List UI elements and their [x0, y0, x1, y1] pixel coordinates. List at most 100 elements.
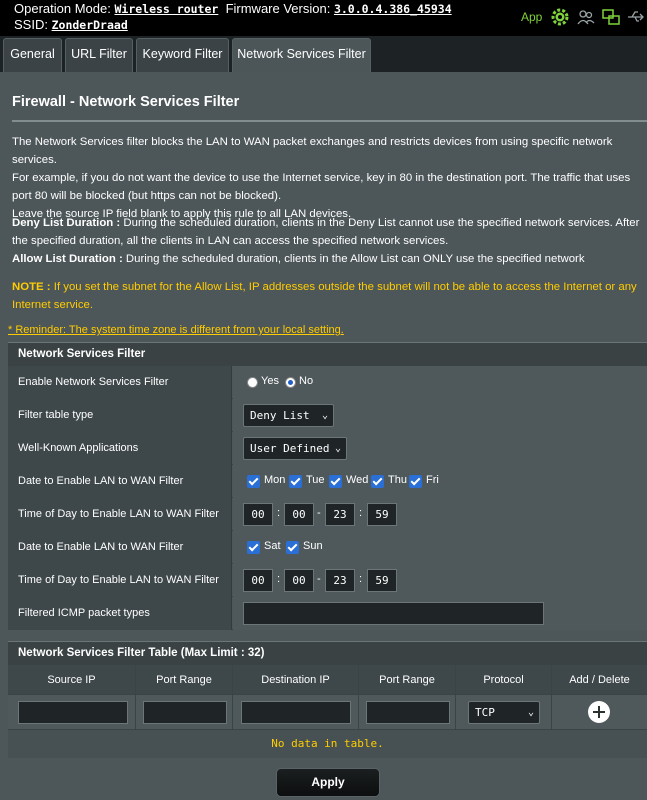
icmp-input[interactable]	[243, 602, 544, 625]
gear-icon[interactable]	[550, 7, 570, 27]
tue-checkbox[interactable]	[289, 475, 302, 488]
ssid-label: SSID:	[14, 17, 48, 32]
well-known-apps-select[interactable]: User Defined ⌄	[243, 437, 347, 460]
weekend-date-row: Date to Enable LAN to WAN Filter Sat Sun	[8, 531, 647, 564]
weekday-start-minute-input[interactable]: 00	[284, 503, 314, 526]
note-label: NOTE :	[12, 281, 51, 293]
filter-section-header: Network Services Filter	[8, 342, 647, 366]
enable-filter-label: Enable Network Services Filter	[8, 366, 232, 399]
weekend-start-hour-input[interactable]: 00	[243, 569, 273, 592]
operation-mode-link[interactable]: Wireless router	[114, 2, 218, 16]
enable-no-radio[interactable]	[285, 377, 296, 388]
weekday-time-row: Time of Day to Enable LAN to WAN Filter …	[8, 498, 647, 531]
no-data-message: No data in table.	[8, 730, 647, 758]
description-line-1: The Network Services filter blocks the L…	[12, 136, 613, 166]
wed-label: Wed	[346, 474, 369, 486]
weekend-time-row: Time of Day to Enable LAN to WAN Filter …	[8, 564, 647, 597]
top-status-bar: Operation Mode: Wireless router Firmware…	[0, 0, 647, 36]
enable-filter-row: Enable Network Services Filter Yes No	[8, 366, 647, 399]
time-zone-reminder-link[interactable]: * Reminder: The system time zone is diff…	[8, 324, 344, 336]
sat-label: Sat	[264, 540, 281, 552]
col-destination-ip: Destination IP	[233, 665, 359, 695]
tab-keyword-filter[interactable]: Keyword Filter	[136, 38, 229, 72]
well-known-apps-row: Well-Known Applications User Defined ⌄	[8, 432, 647, 465]
enable-yes-radio[interactable]	[247, 377, 258, 388]
tab-bar: General URL Filter Keyword Filter Networ…	[0, 36, 647, 72]
note: NOTE : If you set the subnet for the All…	[12, 278, 647, 314]
destination-ip-input[interactable]	[241, 701, 351, 724]
protocol-select[interactable]: TCP ⌄	[468, 701, 540, 724]
col-add-delete: Add / Delete	[569, 674, 630, 686]
network-icon[interactable]	[601, 7, 621, 27]
tab-network-services-filter[interactable]: Network Services Filter	[232, 38, 371, 72]
deny-allow-description: Deny List Duration : During the schedule…	[12, 214, 647, 268]
rules-table-header: Network Services Filter Table (Max Limit…	[8, 641, 647, 665]
apply-button[interactable]: Apply	[276, 768, 380, 797]
filter-type-select[interactable]: Deny List ⌄	[243, 404, 334, 427]
col-dest-port-range: Port Range	[359, 665, 456, 695]
filter-type-label: Filter table type	[8, 399, 232, 432]
weekend-date-label: Date to Enable LAN to WAN Filter	[8, 531, 232, 564]
firmware-label: Firmware Version:	[225, 1, 331, 16]
chevron-down-icon: ⌄	[334, 443, 341, 454]
weekend-end-minute-input[interactable]: 59	[367, 569, 397, 592]
note-text: If you set the subnet for the Allow List…	[12, 281, 637, 311]
weekday-end-minute-input[interactable]: 59	[367, 503, 397, 526]
tue-label: Tue	[306, 474, 325, 486]
weekday-date-label: Date to Enable LAN to WAN Filter	[8, 465, 232, 498]
mon-label: Mon	[264, 474, 286, 486]
description-line-2: For example, if you do not want the devi…	[12, 172, 631, 202]
weekday-date-row: Date to Enable LAN to WAN Filter Mon Tue…	[8, 465, 647, 498]
sun-checkbox[interactable]	[286, 541, 299, 554]
chevron-down-icon: ⌄	[321, 410, 328, 421]
weekday-end-hour-input[interactable]: 23	[325, 503, 355, 526]
add-icon[interactable]	[588, 701, 610, 723]
icmp-label: Filtered ICMP packet types	[8, 597, 232, 630]
enable-no-label: No	[299, 375, 314, 387]
protocol-value: TCP	[475, 706, 495, 719]
fri-label: Fri	[426, 474, 439, 486]
usb-icon[interactable]	[626, 7, 646, 27]
operation-mode-label: Operation Mode:	[14, 1, 111, 16]
app-link[interactable]: App	[521, 10, 542, 24]
sun-label: Sun	[303, 540, 323, 552]
weekday-time-label: Time of Day to Enable LAN to WAN Filter	[8, 498, 232, 531]
fri-checkbox[interactable]	[409, 475, 422, 488]
wed-checkbox[interactable]	[329, 475, 342, 488]
thu-label: Thu	[388, 474, 407, 486]
destination-port-range-input[interactable]	[366, 701, 450, 724]
description: The Network Services filter blocks the L…	[12, 133, 647, 223]
allow-duration-label: Allow List Duration :	[12, 253, 123, 265]
source-port-range-input[interactable]	[143, 701, 227, 724]
filter-type-value: Deny List	[250, 409, 310, 422]
tab-url-filter[interactable]: URL Filter	[65, 38, 133, 72]
well-known-apps-label: Well-Known Applications	[8, 432, 232, 465]
weekend-time-label: Time of Day to Enable LAN to WAN Filter	[8, 564, 232, 597]
col-protocol: Protocol	[456, 665, 552, 695]
mon-checkbox[interactable]	[247, 475, 260, 488]
col-port-range: Port Range	[136, 665, 233, 695]
sat-checkbox[interactable]	[247, 541, 260, 554]
icmp-row: Filtered ICMP packet types	[8, 597, 647, 630]
enable-yes-label: Yes	[261, 375, 279, 387]
new-rule-row: TCP ⌄	[8, 695, 647, 730]
source-ip-input[interactable]	[18, 701, 128, 724]
tab-general[interactable]: General	[3, 38, 62, 72]
operation-mode-line: Operation Mode: Wireless router Firmware…	[14, 1, 452, 16]
col-source-ip: Source IP	[8, 665, 136, 695]
well-known-apps-value: User Defined	[250, 442, 330, 455]
rules-column-headers: Source IP Port Range Destination IP Port…	[8, 665, 647, 695]
allow-duration-text: During the scheduled duration, clients i…	[122, 253, 585, 265]
weekday-start-hour-input[interactable]: 00	[243, 503, 273, 526]
page-title: Firewall - Network Services Filter	[12, 94, 240, 110]
deny-duration-label: Deny List Duration :	[12, 217, 121, 229]
thu-checkbox[interactable]	[371, 475, 384, 488]
weekend-start-minute-input[interactable]: 00	[284, 569, 314, 592]
weekend-end-hour-input[interactable]: 23	[325, 569, 355, 592]
firmware-link[interactable]: 3.0.0.4.386_45934	[334, 2, 452, 16]
title-divider	[12, 120, 647, 122]
users-icon[interactable]	[576, 7, 596, 27]
chevron-down-icon: ⌄	[527, 707, 534, 718]
filter-type-row: Filter table type Deny List ⌄	[8, 399, 647, 432]
ssid-link[interactable]: ZonderDraad	[52, 18, 128, 32]
